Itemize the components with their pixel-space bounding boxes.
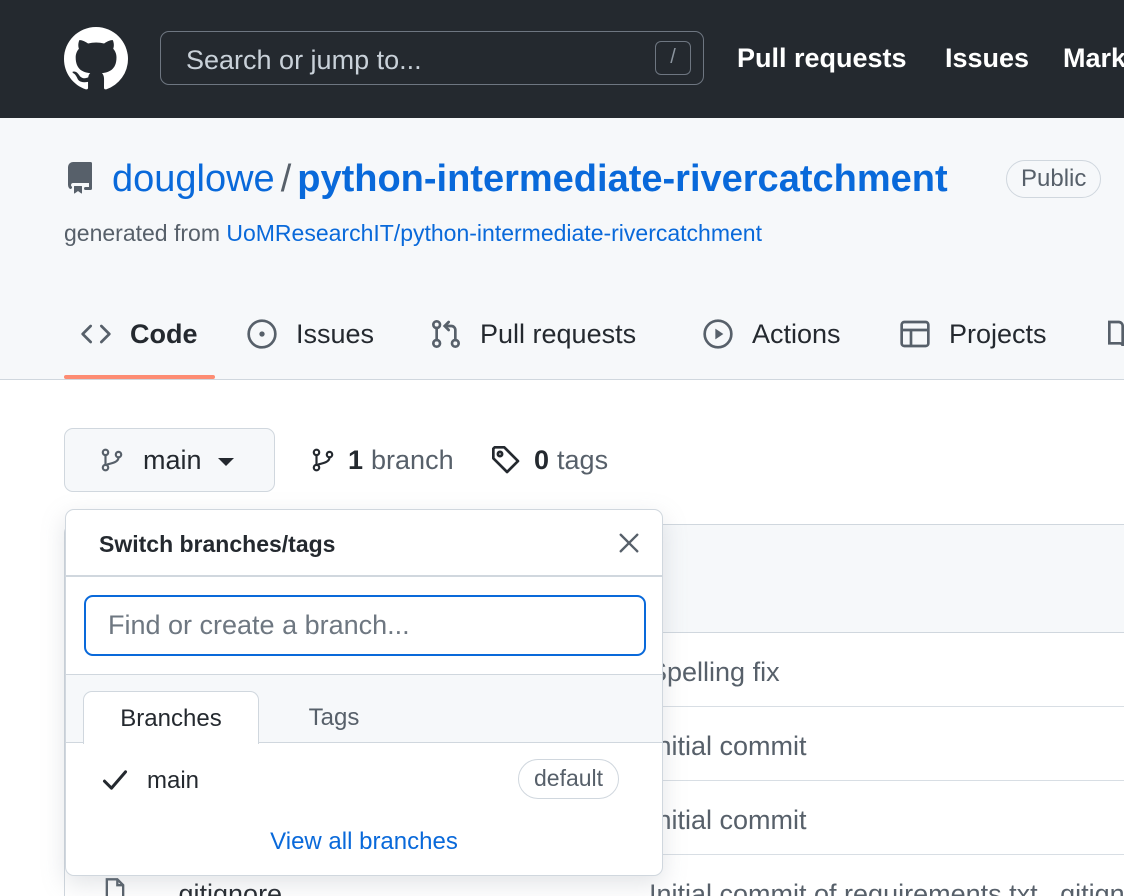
code-icon bbox=[81, 324, 111, 344]
view-all-branches-link[interactable]: View all branches bbox=[66, 828, 662, 856]
tab-pull-requests-label: Pull requests bbox=[480, 318, 637, 349]
branch-select-button[interactable]: main bbox=[64, 428, 275, 492]
branch-switcher-dropdown: Switch branches/tags Branches Tags main … bbox=[65, 509, 663, 876]
dropdown-tabs: Branches Tags bbox=[66, 675, 662, 744]
commit-message[interactable]: Initial commit bbox=[649, 731, 807, 762]
tab-code-label: Code bbox=[130, 318, 198, 349]
active-tab-indicator bbox=[64, 375, 215, 379]
commit-message[interactable]: Initial commit of requirements.txt, .git… bbox=[649, 879, 1124, 896]
close-icon[interactable] bbox=[618, 532, 640, 554]
search-shortcut-key: / bbox=[655, 41, 691, 75]
check-icon bbox=[102, 770, 128, 790]
caret-down-icon bbox=[217, 458, 234, 466]
repo-title: douglowe / python-intermediate-rivercatchm… bbox=[112, 158, 948, 201]
global-search-input[interactable]: Search or jump to... / bbox=[160, 31, 704, 85]
search-placeholder: Search or jump to... bbox=[186, 45, 422, 75]
git-pull-request-icon bbox=[432, 320, 460, 348]
repo-path-separator: / bbox=[280, 158, 292, 200]
commit-message[interactable]: Spelling fix bbox=[649, 657, 780, 688]
issue-opened-icon bbox=[247, 319, 277, 349]
tab-issues-label: Issues bbox=[296, 318, 375, 349]
branch-count-label: branch bbox=[371, 444, 454, 475]
nav-marketplace[interactable]: Marketplace bbox=[1063, 43, 1124, 74]
repo-icon bbox=[68, 162, 92, 194]
generated-from-label: generated from bbox=[64, 220, 220, 246]
current-branch-label: main bbox=[143, 444, 202, 475]
visibility-badge: Public bbox=[1006, 160, 1102, 198]
tab-actions[interactable]: Actions bbox=[702, 314, 841, 354]
nav-pull-requests[interactable]: Pull requests bbox=[737, 43, 907, 74]
play-icon bbox=[703, 319, 733, 349]
dropdown-title: Switch branches/tags bbox=[99, 531, 336, 557]
file-name-link[interactable]: .gitignore bbox=[171, 879, 282, 896]
tags-link[interactable]: 0 tags bbox=[490, 443, 608, 477]
tab-branches[interactable]: Branches bbox=[83, 691, 259, 744]
global-header: Search or jump to... / Pull requests Iss… bbox=[0, 0, 1124, 118]
tab-tags[interactable]: Tags bbox=[279, 691, 389, 744]
tab-projects-label: Projects bbox=[949, 318, 1047, 349]
file-icon bbox=[105, 878, 125, 896]
book-icon bbox=[1108, 320, 1124, 347]
commit-message[interactable]: Initial commit bbox=[649, 805, 807, 836]
tab-actions-label: Actions bbox=[752, 318, 841, 349]
default-branch-badge: default bbox=[518, 759, 620, 799]
template-source: generated from UoMResearchIT/python-inte… bbox=[64, 220, 762, 247]
repo-name-link[interactable]: python-intermediate-rivercatchment bbox=[297, 158, 947, 200]
tab-code[interactable]: Code bbox=[80, 314, 198, 354]
branch-name: main bbox=[147, 767, 200, 794]
branch-count: 1 bbox=[348, 444, 364, 475]
tab-wiki[interactable] bbox=[1104, 314, 1124, 354]
git-branch-icon bbox=[101, 448, 123, 472]
tab-issues[interactable]: Issues bbox=[246, 314, 374, 354]
tab-projects[interactable]: Projects bbox=[899, 314, 1047, 354]
template-repo-link[interactable]: UoMResearchIT/python-intermediate-riverc… bbox=[226, 220, 762, 246]
branch-list-item[interactable]: main default bbox=[66, 752, 662, 808]
repo-header: douglowe / python-intermediate-rivercatchm… bbox=[0, 118, 1124, 380]
branch-filter-input[interactable] bbox=[84, 595, 646, 656]
table-icon bbox=[900, 320, 930, 348]
github-logo-icon[interactable] bbox=[64, 27, 128, 91]
tab-pull-requests[interactable]: Pull requests bbox=[430, 314, 636, 354]
branches-link[interactable]: 1 branch bbox=[310, 443, 454, 477]
tag-icon bbox=[492, 446, 520, 474]
repo-owner-link[interactable]: douglowe bbox=[112, 158, 275, 200]
nav-issues[interactable]: Issues bbox=[945, 43, 1029, 74]
tag-count: 0 bbox=[534, 444, 550, 475]
tag-count-label: tags bbox=[557, 444, 609, 475]
divider bbox=[66, 575, 662, 577]
git-branch-icon bbox=[312, 448, 334, 472]
